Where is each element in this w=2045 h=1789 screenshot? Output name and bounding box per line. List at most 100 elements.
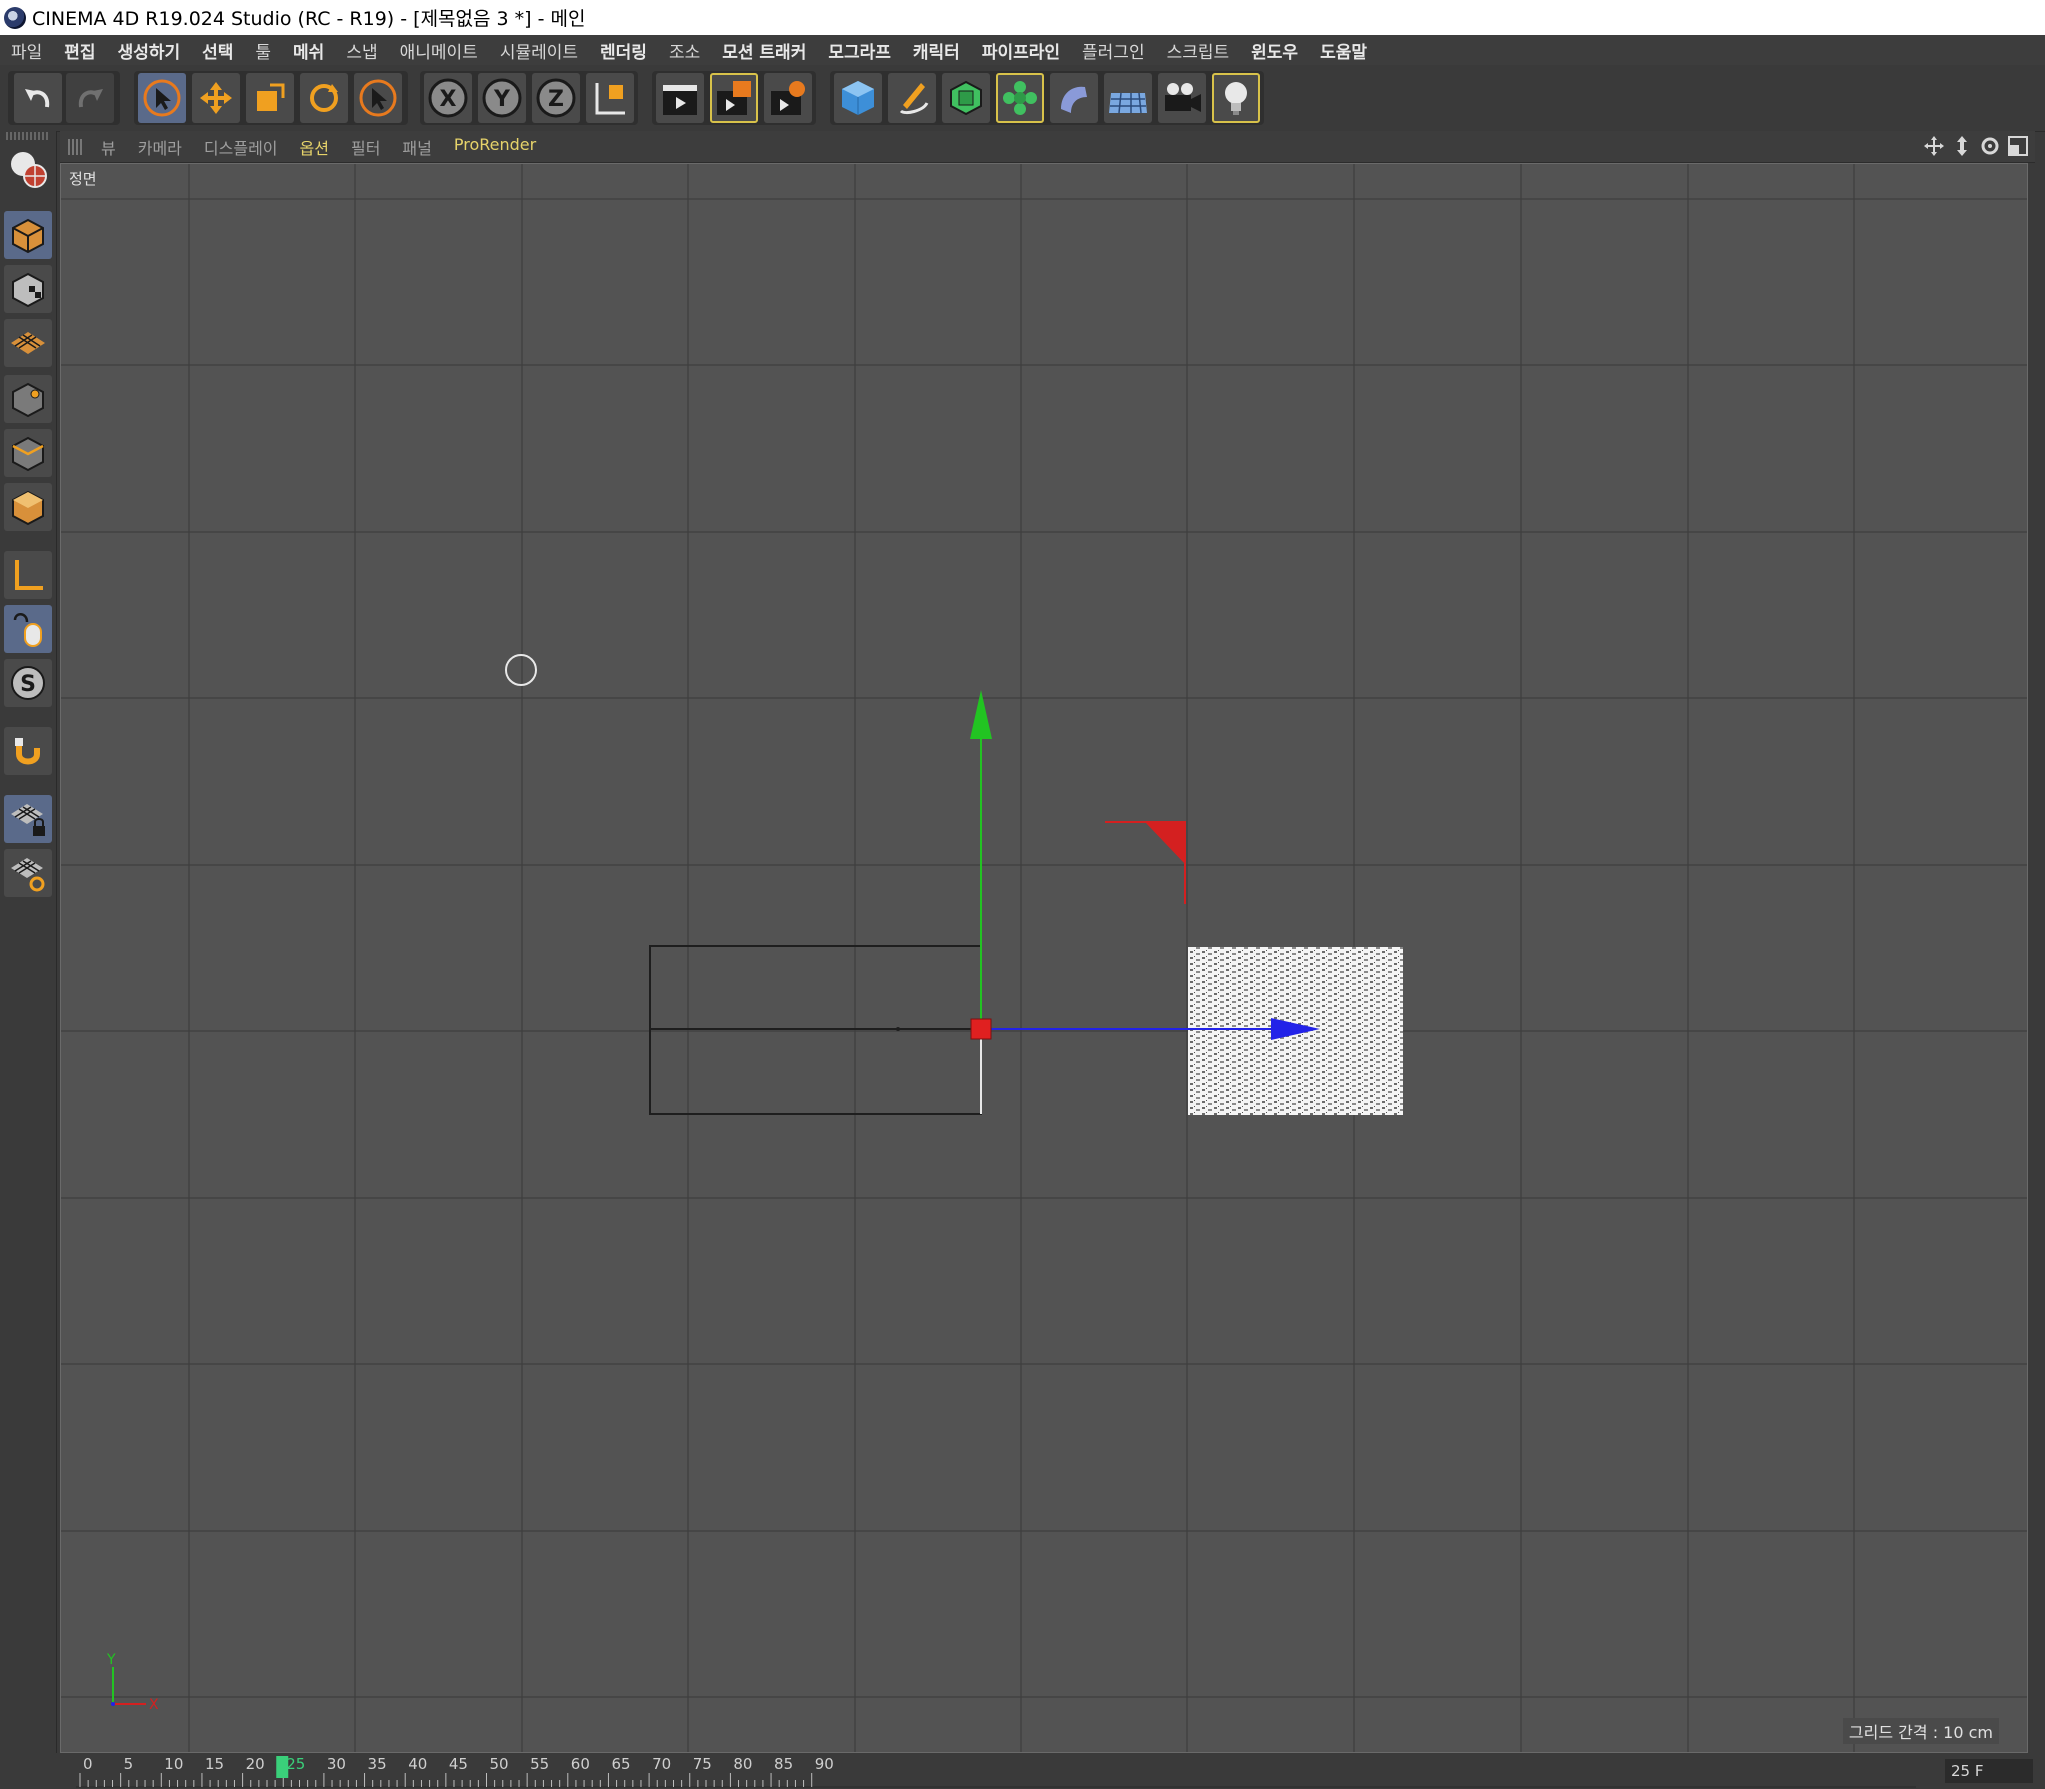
- svg-text:Z: Z: [548, 87, 564, 112]
- menu-item[interactable]: 메쉬: [282, 38, 335, 63]
- svg-text:Y: Y: [493, 87, 511, 112]
- palette-grip[interactable]: [6, 132, 50, 140]
- svg-text:S: S: [20, 672, 36, 697]
- lock-y-axis-button[interactable]: Y: [478, 73, 526, 123]
- render-to-picture-viewer-button[interactable]: [710, 73, 758, 123]
- viewport-name[interactable]: 정면: [69, 168, 97, 189]
- redo-button[interactable]: [66, 73, 114, 123]
- camera-icon: [1165, 83, 1201, 112]
- timeline-tick-label: 55: [530, 1755, 549, 1773]
- axis-center-handle[interactable]: [970, 1018, 992, 1040]
- texture-mode-button[interactable]: [4, 265, 52, 313]
- texture-cube-icon: [12, 272, 44, 308]
- camera-object-button[interactable]: [1158, 73, 1206, 123]
- viewport-grip-icon[interactable]: [68, 138, 84, 155]
- locked-workplane-button[interactable]: [4, 795, 52, 843]
- rotate-view-icon[interactable]: [1979, 135, 2001, 157]
- move-tool-button[interactable]: [192, 73, 240, 123]
- timeline-tick-label: 10: [164, 1755, 183, 1773]
- menu-item[interactable]: 모그라프: [817, 38, 902, 63]
- z-axis-icon: Z: [536, 78, 576, 118]
- toggle-view-layout-icon[interactable]: [2007, 135, 2029, 157]
- pen-spline-button[interactable]: [888, 73, 936, 123]
- menu-item[interactable]: 조소: [658, 38, 711, 63]
- menu-item[interactable]: 선택: [191, 38, 244, 63]
- cube-object-button[interactable]: [834, 73, 882, 123]
- undo-button[interactable]: [14, 73, 62, 123]
- grid-spacing-readout: 그리드 간격 : 10 cm: [1842, 1718, 1999, 1744]
- menu-item[interactable]: 윈도우: [1240, 38, 1309, 63]
- solo-mode-button[interactable]: S: [4, 659, 52, 707]
- timeline-tick-label: 35: [368, 1755, 387, 1773]
- viewport-menu-item[interactable]: 디스플레이: [193, 135, 289, 159]
- light-object-corner: [1145, 822, 1185, 864]
- viewport-menu-item[interactable]: 카메라: [127, 135, 193, 159]
- viewport-menu-item[interactable]: 뷰: [90, 135, 127, 159]
- workplane-mode-button[interactable]: [4, 319, 52, 367]
- menu-item[interactable]: 스크립트: [1156, 38, 1241, 63]
- timeline-tick-label: 70: [652, 1755, 671, 1773]
- timeline-tick-label: 80: [733, 1755, 752, 1773]
- menu-item[interactable]: 애니메이트: [389, 38, 489, 63]
- menu-item[interactable]: 렌더링: [589, 38, 658, 63]
- zoom-view-icon[interactable]: [1951, 135, 1973, 157]
- edges-mode-button[interactable]: [4, 429, 52, 477]
- live-selection-button[interactable]: [138, 73, 186, 123]
- deformer-button[interactable]: [1050, 73, 1098, 123]
- clapper-settings-icon: [771, 81, 805, 115]
- menu-item[interactable]: 편집: [53, 38, 106, 63]
- light-object-button[interactable]: [1212, 73, 1260, 123]
- planar-workplane-button[interactable]: [4, 849, 52, 897]
- end-frame-field[interactable]: 25 F: [1945, 1759, 2033, 1783]
- menu-item[interactable]: 파이프라인: [971, 38, 1071, 63]
- front-viewport[interactable]: Y X 정면 그리드 간격 : 10 cm: [60, 163, 2028, 1753]
- menu-item[interactable]: 스냅: [335, 38, 388, 63]
- timeline-tick-label: 5: [124, 1755, 134, 1773]
- lock-x-axis-button[interactable]: X: [424, 73, 472, 123]
- menu-item[interactable]: 파일: [0, 38, 53, 63]
- lock-z-axis-button[interactable]: Z: [532, 73, 580, 123]
- render-view-button[interactable]: [656, 73, 704, 123]
- tweak-mode-button[interactable]: [4, 605, 52, 653]
- svg-text:X: X: [440, 87, 457, 112]
- make-editable-button[interactable]: [4, 145, 52, 193]
- render-settings-button[interactable]: [764, 73, 812, 123]
- menu-item[interactable]: 툴: [244, 38, 282, 63]
- subdivision-surface-button[interactable]: [942, 73, 990, 123]
- menu-item[interactable]: 시뮬레이트: [489, 38, 589, 63]
- timeline-ruler[interactable]: 0 5 10 15 20 25 30 35 40 45 50 55 60 65 70 75 80 85 90 25 …: [56, 1753, 2045, 1789]
- menu-item[interactable]: 모션 트래커: [711, 38, 817, 63]
- menu-item[interactable]: 생성하기: [107, 38, 192, 63]
- light-bulb-icon: [1225, 82, 1247, 115]
- object-axis-mode-button[interactable]: [4, 551, 52, 599]
- viewport-menu-item[interactable]: ProRender: [443, 135, 547, 159]
- timeline-tick-label: 30: [327, 1755, 346, 1773]
- bend-deformer-icon: [1061, 86, 1087, 113]
- timeline-tick-label: 45: [449, 1755, 468, 1773]
- menu-item[interactable]: 도움말: [1309, 38, 1378, 63]
- scale-tool-button[interactable]: [246, 73, 294, 123]
- viewport-menu-item[interactable]: 필터: [340, 135, 391, 159]
- polygons-mode-button[interactable]: [4, 483, 52, 531]
- rotate-icon: [310, 84, 338, 112]
- timeline-playhead[interactable]: [276, 1756, 289, 1778]
- points-mode-button[interactable]: [4, 375, 52, 423]
- model-mode-button[interactable]: [4, 211, 52, 259]
- recent-tool-button[interactable]: [354, 73, 402, 123]
- coordinate-system-button[interactable]: [586, 73, 634, 123]
- pan-view-icon[interactable]: [1923, 135, 1945, 157]
- floor-environment-button[interactable]: [1104, 73, 1152, 123]
- snap-button[interactable]: [4, 727, 52, 775]
- rotate-tool-button[interactable]: [300, 73, 348, 123]
- viewport-menu-item[interactable]: 옵션: [289, 135, 340, 159]
- menu-item[interactable]: 캐릭터: [902, 38, 971, 63]
- menu-item[interactable]: 플러그인: [1071, 38, 1156, 63]
- title-bar: CINEMA 4D R19.024 Studio (RC - R19) - [제…: [0, 0, 2045, 35]
- timeline-tick-label: 65: [611, 1755, 630, 1773]
- viewport-menu-bar: 뷰 카메라 디스플레이 옵션 필터 패널 ProRender: [60, 131, 2035, 163]
- cloner-button[interactable]: [996, 73, 1044, 123]
- viewport-menu-item[interactable]: 패널: [391, 135, 442, 159]
- clapper-render-view-icon: [663, 85, 697, 115]
- timeline-tick-label: 15: [205, 1755, 224, 1773]
- coordinate-system-icon: [595, 83, 625, 115]
